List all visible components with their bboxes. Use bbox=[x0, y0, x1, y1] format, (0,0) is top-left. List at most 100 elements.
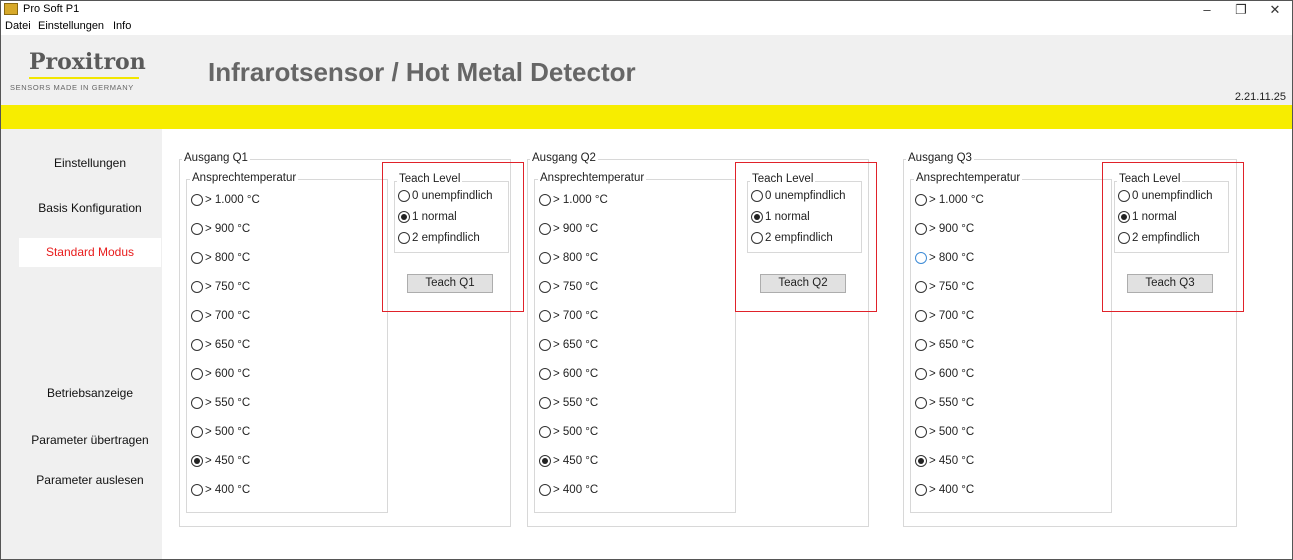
temp-option-q1[interactable]: > 400 °C bbox=[191, 484, 250, 496]
temp-option-q2[interactable]: > 600 °C bbox=[539, 368, 598, 380]
temp-option-q1[interactable]: > 700 °C bbox=[191, 310, 250, 322]
radio-icon[interactable] bbox=[915, 484, 927, 496]
temp-option-q1[interactable]: > 450 °C bbox=[191, 455, 250, 467]
temp-option-q3[interactable]: > 500 °C bbox=[915, 426, 974, 438]
temp-option-q2[interactable]: > 650 °C bbox=[539, 339, 598, 351]
radio-icon[interactable] bbox=[915, 281, 927, 293]
radio-icon[interactable] bbox=[1118, 232, 1130, 244]
radio-icon[interactable] bbox=[751, 211, 763, 223]
radio-icon[interactable] bbox=[539, 455, 551, 467]
radio-icon[interactable] bbox=[398, 190, 410, 202]
menu-info[interactable]: Info bbox=[113, 20, 131, 32]
temp-option-q3[interactable]: > 750 °C bbox=[915, 281, 974, 293]
radio-icon[interactable] bbox=[539, 223, 551, 235]
teach-level-option-q3[interactable]: 1 normal bbox=[1118, 211, 1177, 223]
temp-option-q1[interactable]: > 550 °C bbox=[191, 397, 250, 409]
teach-q3-button[interactable]: Teach Q3 bbox=[1127, 274, 1213, 293]
radio-icon[interactable] bbox=[191, 339, 203, 351]
menu-datei[interactable]: Datei bbox=[5, 20, 31, 32]
radio-icon[interactable] bbox=[915, 252, 927, 264]
radio-icon[interactable] bbox=[191, 252, 203, 264]
temp-option-q2[interactable]: > 700 °C bbox=[539, 310, 598, 322]
radio-icon[interactable] bbox=[398, 232, 410, 244]
teach-q1-button[interactable]: Teach Q1 bbox=[407, 274, 493, 293]
radio-icon[interactable] bbox=[539, 397, 551, 409]
radio-icon[interactable] bbox=[915, 194, 927, 206]
sidebar-item-standard-modus[interactable]: Standard Modus bbox=[19, 238, 161, 267]
radio-icon[interactable] bbox=[539, 281, 551, 293]
temp-option-q3[interactable]: > 450 °C bbox=[915, 455, 974, 467]
teach-level-option-q1[interactable]: 2 empfindlich bbox=[398, 232, 480, 244]
radio-icon[interactable] bbox=[915, 339, 927, 351]
radio-icon[interactable] bbox=[539, 368, 551, 380]
temp-option-q3[interactable]: > 700 °C bbox=[915, 310, 974, 322]
radio-icon[interactable] bbox=[1118, 211, 1130, 223]
teach-level-option-q3[interactable]: 0 unempfindlich bbox=[1118, 190, 1213, 202]
temp-option-q2[interactable]: > 400 °C bbox=[539, 484, 598, 496]
sidebar-item-parameter-uebertragen[interactable]: Parameter übertragen bbox=[19, 433, 161, 447]
radio-icon[interactable] bbox=[751, 232, 763, 244]
temp-option-q1[interactable]: > 650 °C bbox=[191, 339, 250, 351]
teach-level-option-q1[interactable]: 0 unempfindlich bbox=[398, 190, 493, 202]
radio-icon[interactable] bbox=[915, 426, 927, 438]
main-content: Ausgang Q1 Ansprechtemperatur > 1.000 °C > … bbox=[162, 129, 1292, 559]
radio-icon[interactable] bbox=[915, 368, 927, 380]
radio-icon[interactable] bbox=[191, 310, 203, 322]
radio-icon[interactable] bbox=[539, 310, 551, 322]
temp-option-q1[interactable]: > 600 °C bbox=[191, 368, 250, 380]
radio-icon[interactable] bbox=[191, 281, 203, 293]
radio-icon[interactable] bbox=[751, 190, 763, 202]
teach-level-option-q2[interactable]: 0 unempfindlich bbox=[751, 190, 846, 202]
radio-icon[interactable] bbox=[539, 426, 551, 438]
temp-option-q1[interactable]: > 1.000 °C bbox=[191, 194, 260, 206]
sidebar-item-betriebsanzeige[interactable]: Betriebsanzeige bbox=[19, 386, 161, 400]
sidebar-item-einstellungen[interactable]: Einstellungen bbox=[19, 156, 161, 170]
close-icon[interactable]: ✕ bbox=[1258, 1, 1292, 18]
radio-icon[interactable] bbox=[1118, 190, 1130, 202]
teach-level-option-q1[interactable]: 1 normal bbox=[398, 211, 457, 223]
radio-icon[interactable] bbox=[539, 339, 551, 351]
radio-icon[interactable] bbox=[191, 223, 203, 235]
radio-icon[interactable] bbox=[915, 223, 927, 235]
sidebar-item-basis-konfiguration[interactable]: Basis Konfiguration bbox=[19, 201, 161, 215]
minimize-icon[interactable]: – bbox=[1190, 1, 1224, 18]
temp-option-q3[interactable]: > 550 °C bbox=[915, 397, 974, 409]
temp-option-q3[interactable]: > 1.000 °C bbox=[915, 194, 984, 206]
radio-icon[interactable] bbox=[915, 455, 927, 467]
temp-option-q1[interactable]: > 750 °C bbox=[191, 281, 250, 293]
temp-option-q2[interactable]: > 500 °C bbox=[539, 426, 598, 438]
maximize-icon[interactable]: ❐ bbox=[1224, 1, 1258, 18]
menu-einstellungen[interactable]: Einstellungen bbox=[38, 20, 104, 32]
teach-level-option-q2[interactable]: 2 empfindlich bbox=[751, 232, 833, 244]
radio-icon[interactable] bbox=[191, 426, 203, 438]
radio-icon[interactable] bbox=[539, 194, 551, 206]
radio-icon[interactable] bbox=[191, 368, 203, 380]
temp-option-q2[interactable]: > 900 °C bbox=[539, 223, 598, 235]
radio-icon[interactable] bbox=[191, 194, 203, 206]
temp-option-q1[interactable]: > 500 °C bbox=[191, 426, 250, 438]
temp-option-q3[interactable]: > 900 °C bbox=[915, 223, 974, 235]
temp-option-q1[interactable]: > 800 °C bbox=[191, 252, 250, 264]
temp-option-q2[interactable]: > 450 °C bbox=[539, 455, 598, 467]
temp-option-q3[interactable]: > 600 °C bbox=[915, 368, 974, 380]
temp-option-q2[interactable]: > 750 °C bbox=[539, 281, 598, 293]
radio-icon[interactable] bbox=[915, 310, 927, 322]
teach-level-option-q2[interactable]: 1 normal bbox=[751, 211, 810, 223]
temp-option-q2[interactable]: > 550 °C bbox=[539, 397, 598, 409]
teach-level-option-q3[interactable]: 2 empfindlich bbox=[1118, 232, 1200, 244]
teach-q2-button[interactable]: Teach Q2 bbox=[760, 274, 846, 293]
radio-icon[interactable] bbox=[191, 484, 203, 496]
temp-option-q3[interactable]: > 650 °C bbox=[915, 339, 974, 351]
radio-icon[interactable] bbox=[915, 397, 927, 409]
temp-option-q1[interactable]: > 900 °C bbox=[191, 223, 250, 235]
radio-icon[interactable] bbox=[398, 211, 410, 223]
temp-option-q3[interactable]: > 400 °C bbox=[915, 484, 974, 496]
temp-option-q3[interactable]: > 800 °C bbox=[915, 252, 974, 264]
radio-icon[interactable] bbox=[191, 455, 203, 467]
radio-icon[interactable] bbox=[539, 252, 551, 264]
radio-icon[interactable] bbox=[539, 484, 551, 496]
temp-option-q2[interactable]: > 800 °C bbox=[539, 252, 598, 264]
radio-icon[interactable] bbox=[191, 397, 203, 409]
temp-option-q2[interactable]: > 1.000 °C bbox=[539, 194, 608, 206]
sidebar-item-parameter-auslesen[interactable]: Parameter auslesen bbox=[19, 473, 161, 487]
